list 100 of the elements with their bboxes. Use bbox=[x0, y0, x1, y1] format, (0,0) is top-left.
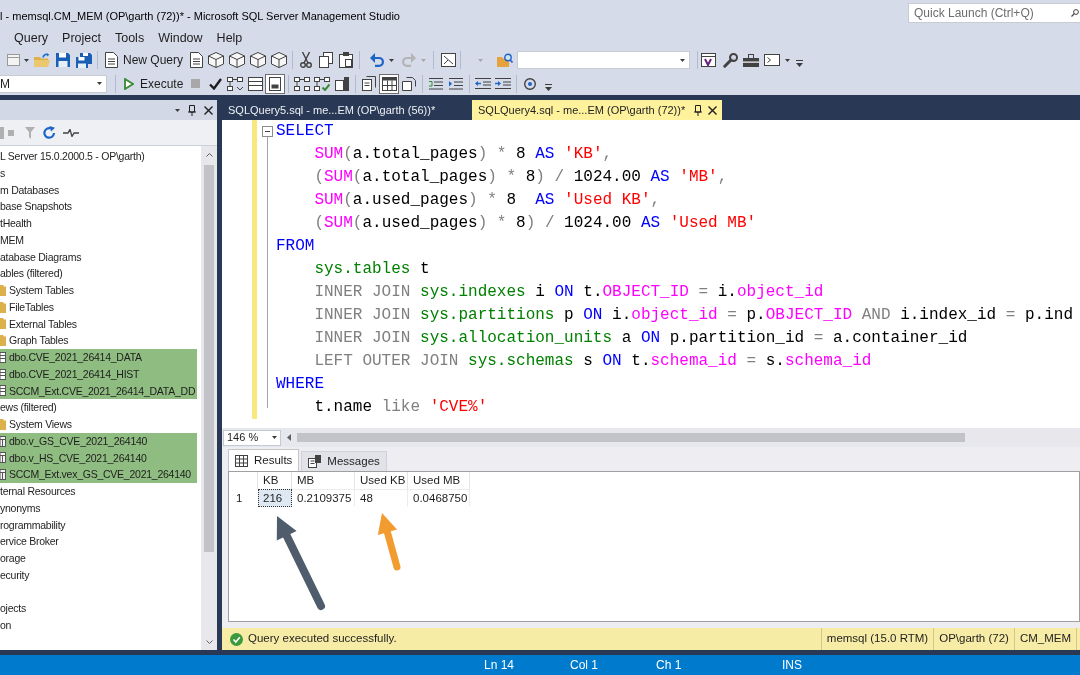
scrollbar-track[interactable] bbox=[201, 146, 217, 650]
tree-item[interactable]: ables (filtered) bbox=[0, 265, 63, 282]
pulse-icon[interactable] bbox=[63, 128, 79, 137]
copy-icon[interactable] bbox=[319, 52, 334, 68]
scroll-down-icon[interactable] bbox=[205, 640, 213, 644]
tree-item[interactable]: s bbox=[0, 164, 5, 182]
column-header[interactable]: MB bbox=[292, 472, 355, 489]
tree-item[interactable]: ojects bbox=[0, 600, 26, 617]
tree-item[interactable]: dbo.v_GS_CVE_2021_264140 bbox=[0, 432, 197, 450]
caret-icon[interactable] bbox=[680, 58, 686, 62]
save-all-icon[interactable] bbox=[76, 52, 92, 68]
view-icon bbox=[0, 469, 6, 481]
column-header[interactable]: Used KB bbox=[355, 472, 408, 489]
menu-item[interactable]: Window bbox=[151, 29, 210, 47]
scroll-up-icon[interactable] bbox=[205, 153, 213, 157]
search-icon[interactable] bbox=[1071, 9, 1079, 17]
tree-item[interactable]: Graph Tables bbox=[0, 332, 69, 349]
menu-item[interactable]: Tools bbox=[107, 29, 152, 47]
cube-icon[interactable] bbox=[250, 52, 267, 68]
caret-icon[interactable] bbox=[175, 108, 180, 112]
tree-item[interactable]: ynonyms bbox=[0, 499, 41, 517]
collapse-icon[interactable] bbox=[261, 126, 273, 137]
tree-item[interactable]: m Databases bbox=[0, 181, 60, 199]
window-icon[interactable] bbox=[441, 53, 457, 67]
quick-launch-field[interactable]: Quick Launch (Ctrl+Q) bbox=[908, 3, 1080, 23]
results-tab[interactable]: Messages bbox=[301, 451, 387, 471]
messages-icon bbox=[308, 455, 322, 468]
grid-icon bbox=[235, 454, 248, 467]
editor-tab[interactable]: SQLQuery5.sql - me...EM (OP\garth (56))* bbox=[222, 100, 470, 120]
tree-item[interactable]: ews (filtered) bbox=[0, 399, 57, 416]
scroll-left-icon[interactable] bbox=[287, 434, 291, 441]
zoom-dropdown[interactable]: 146 % bbox=[223, 429, 281, 446]
table-cell[interactable]: 0.0468750 bbox=[408, 489, 470, 507]
tree-item[interactable]: orage bbox=[0, 550, 26, 567]
caret-icon[interactable] bbox=[389, 58, 395, 62]
combo-field[interactable] bbox=[517, 51, 691, 69]
terminal-icon[interactable] bbox=[764, 54, 781, 66]
tree-item[interactable]: base Snapshots bbox=[0, 198, 72, 215]
panel-icon bbox=[269, 76, 282, 91]
server-icon bbox=[335, 76, 350, 91]
clipboard-icon[interactable] bbox=[339, 52, 354, 68]
close-icon[interactable] bbox=[708, 105, 717, 115]
stop-icon bbox=[190, 79, 200, 88]
tree-item[interactable]: atabase Diagrams bbox=[0, 248, 82, 266]
database-dropdown[interactable]: M bbox=[0, 74, 107, 93]
target-icon bbox=[524, 77, 537, 90]
code-editor[interactable] bbox=[222, 120, 1080, 428]
overflow-icon[interactable] bbox=[545, 84, 553, 91]
row-number: 1 bbox=[235, 491, 244, 506]
tree-item[interactable]: SCCM_Ext.vex_GS_CVE_2021_264140 bbox=[0, 466, 197, 483]
caret-icon[interactable] bbox=[24, 58, 29, 62]
scrollbar-thumb[interactable] bbox=[204, 165, 214, 552]
save-icon[interactable] bbox=[56, 53, 70, 67]
column-header[interactable]: Used MB bbox=[408, 472, 470, 489]
tree-item[interactable]: ervice Broker bbox=[0, 533, 59, 550]
menu-item[interactable]: Project bbox=[55, 29, 108, 47]
new-query-button[interactable]: New Query bbox=[105, 51, 184, 69]
folder-search-icon[interactable] bbox=[497, 53, 514, 67]
folder-icon[interactable] bbox=[34, 53, 50, 67]
table-cell[interactable]: 216 bbox=[258, 489, 292, 507]
editor-tab[interactable]: SQLQuery4.sql - me...EM (OP\garth (72))* bbox=[472, 100, 722, 120]
menu-item[interactable]: Query bbox=[7, 29, 56, 47]
tree-item[interactable]: External Tables bbox=[0, 315, 77, 333]
tree-item[interactable]: System Views bbox=[0, 416, 72, 433]
tree-item[interactable]: tHealth bbox=[0, 215, 32, 232]
menu-item[interactable]: Help bbox=[209, 29, 250, 47]
close-icon[interactable] bbox=[204, 105, 213, 115]
code-line: WHERE bbox=[276, 374, 324, 395]
pin-icon[interactable] bbox=[694, 104, 702, 116]
document-icon[interactable] bbox=[190, 52, 204, 68]
caret-icon[interactable] bbox=[785, 58, 791, 62]
pin-icon[interactable] bbox=[188, 104, 196, 116]
table-cell[interactable]: 0.2109375 bbox=[292, 489, 355, 507]
cube-icon[interactable] bbox=[229, 52, 246, 68]
toolbox-icon[interactable] bbox=[743, 53, 760, 67]
scissors-icon[interactable] bbox=[300, 52, 313, 68]
scrollbar-thumb[interactable] bbox=[297, 433, 965, 442]
status-item: Col 1 bbox=[570, 658, 598, 672]
window-icon[interactable] bbox=[701, 53, 717, 67]
tree-item[interactable]: MEM bbox=[0, 231, 24, 249]
tree-item[interactable]: ecurity bbox=[0, 566, 30, 584]
refresh-icon[interactable] bbox=[43, 126, 56, 139]
tree-item[interactable]: ternal Resources bbox=[0, 483, 76, 500]
execute-button[interactable]: Execute bbox=[122, 74, 186, 93]
tree-item[interactable]: System Tables bbox=[0, 282, 74, 299]
results-tab[interactable]: Results bbox=[228, 449, 300, 471]
tree-item[interactable]: dbo.CVE_2021_26414_DATA bbox=[0, 349, 197, 366]
overflow-icon[interactable] bbox=[796, 59, 804, 67]
cube-icon[interactable] bbox=[271, 52, 288, 68]
tree-item[interactable]: on bbox=[0, 617, 12, 634]
code-line: INNER JOIN sys.partitions p ON i.object_id = p.OBJECT_ID AND i.index_id = p.ind bbox=[313, 305, 1073, 326]
cube-icon[interactable] bbox=[208, 52, 225, 68]
toolbar-button[interactable] bbox=[265, 73, 286, 94]
toolbar-button[interactable] bbox=[379, 73, 400, 94]
tree-item[interactable]: FileTables bbox=[0, 298, 54, 316]
tree-item[interactable]: L Server 15.0.2000.5 - OP\garth) bbox=[0, 148, 145, 165]
wrench-icon[interactable] bbox=[723, 52, 739, 68]
tree-item[interactable]: rogrammability bbox=[0, 516, 66, 534]
table-cell[interactable]: 48 bbox=[355, 489, 408, 507]
undo-icon[interactable] bbox=[370, 53, 385, 67]
